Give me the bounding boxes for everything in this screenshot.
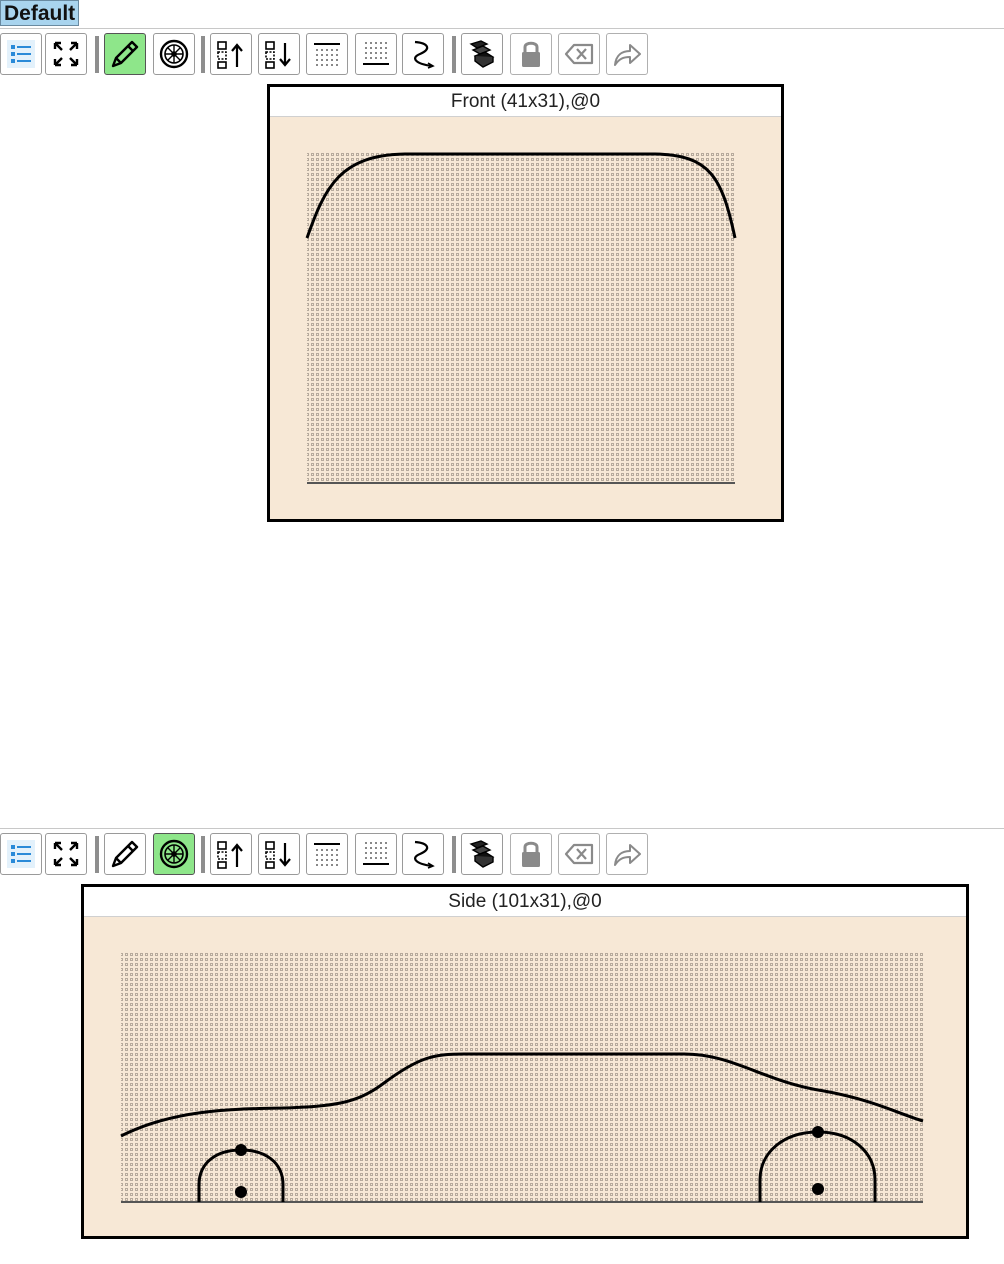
grid-bottom-icon [359, 37, 393, 71]
expand-icon [49, 37, 83, 71]
pencil-icon [108, 37, 142, 71]
lock-icon [514, 837, 548, 871]
toolbar-separator [201, 836, 205, 873]
rear-wheel-arch-point[interactable] [235, 1144, 247, 1156]
grid-bottom-button[interactable] [355, 33, 397, 75]
document-tab[interactable]: Default [0, 0, 80, 26]
lock-button[interactable] [510, 833, 552, 875]
wheel-icon [157, 37, 191, 71]
wheel-mode-button[interactable] [153, 33, 195, 75]
delete-button[interactable] [558, 833, 600, 875]
curve-tool-button[interactable] [402, 833, 444, 875]
wheel-mode-button[interactable] [153, 833, 195, 875]
fit-to-window-button[interactable] [45, 33, 87, 75]
wheel-icon [157, 837, 191, 871]
drawing-grid [307, 153, 735, 483]
share-icon [610, 37, 644, 71]
list-view-button[interactable] [0, 33, 42, 75]
backspace-icon [562, 837, 596, 871]
draw-mode-button[interactable] [104, 833, 146, 875]
grid-top-icon [310, 837, 344, 871]
grid-bottom-button[interactable] [355, 833, 397, 875]
divider [0, 28, 1004, 29]
layers-button[interactable] [461, 33, 503, 75]
move-down-icon [262, 37, 296, 71]
curve-icon [406, 37, 440, 71]
move-up-icon [214, 837, 248, 871]
front-wheel-arch-point[interactable] [812, 1126, 824, 1138]
front-view-panel: Front (41x31),@0 [267, 84, 784, 522]
toolbar-separator [452, 36, 456, 73]
lock-icon [514, 37, 548, 71]
list-icon [4, 37, 38, 71]
toolbar-separator [95, 836, 99, 873]
side-view-canvas[interactable] [84, 917, 966, 1236]
grid-top-button[interactable] [306, 833, 348, 875]
grid-bottom-icon [359, 837, 393, 871]
share-icon [610, 837, 644, 871]
layers-button[interactable] [461, 833, 503, 875]
side-view-panel: Side (101x31),@0 [81, 884, 969, 1239]
grid-top-button[interactable] [306, 33, 348, 75]
move-up-icon [214, 37, 248, 71]
list-icon [4, 837, 38, 871]
expand-icon [49, 837, 83, 871]
curve-icon [406, 837, 440, 871]
toolbar-separator [452, 836, 456, 873]
move-down-button[interactable] [258, 833, 300, 875]
rear-wheel-center[interactable] [235, 1186, 247, 1198]
move-up-button[interactable] [210, 833, 252, 875]
fit-to-window-button[interactable] [45, 833, 87, 875]
front-wheel-center[interactable] [812, 1183, 824, 1195]
list-view-button[interactable] [0, 833, 42, 875]
lock-button[interactable] [510, 33, 552, 75]
front-view-title: Front (41x31),@0 [270, 87, 781, 117]
toolbar-separator [95, 36, 99, 73]
layers-icon [465, 37, 499, 71]
drawing-grid [121, 952, 923, 1202]
grid-top-icon [310, 37, 344, 71]
front-view-canvas[interactable] [270, 117, 781, 519]
curve-tool-button[interactable] [402, 33, 444, 75]
toolbar-separator [201, 36, 205, 73]
move-down-button[interactable] [258, 33, 300, 75]
share-button[interactable] [606, 833, 648, 875]
draw-mode-button[interactable] [104, 33, 146, 75]
layers-icon [465, 837, 499, 871]
side-view-title: Side (101x31),@0 [84, 887, 966, 917]
move-down-icon [262, 837, 296, 871]
backspace-icon [562, 37, 596, 71]
delete-button[interactable] [558, 33, 600, 75]
divider [0, 828, 1004, 829]
move-up-button[interactable] [210, 33, 252, 75]
pencil-icon [108, 837, 142, 871]
share-button[interactable] [606, 33, 648, 75]
